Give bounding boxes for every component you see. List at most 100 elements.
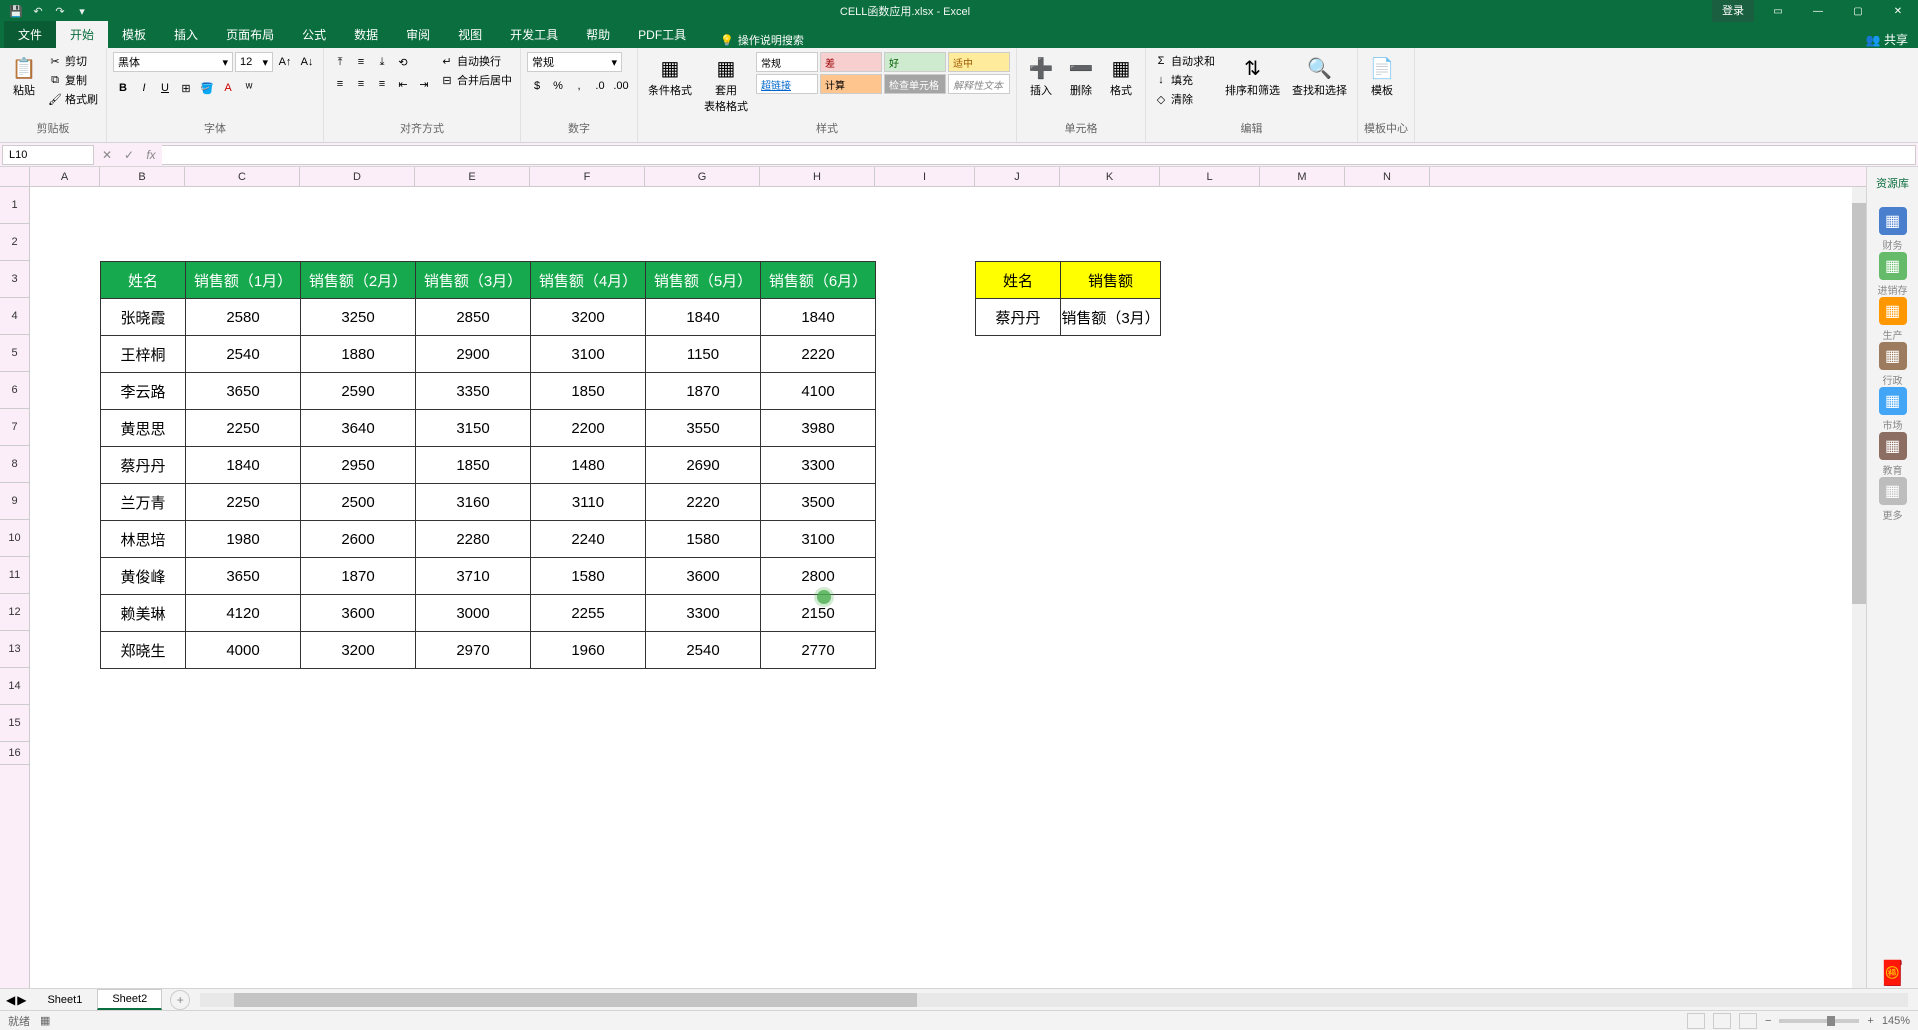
table-header[interactable]: 销售额（2月） (301, 262, 416, 299)
login-button[interactable]: 登录 (1712, 0, 1754, 22)
zoom-in-button[interactable]: + (1867, 1015, 1873, 1027)
table-cell[interactable]: 1840 (186, 447, 301, 484)
table-cell[interactable]: 3600 (301, 595, 416, 632)
align-bottom-button[interactable]: ⤓ (372, 52, 392, 72)
find-select-button[interactable]: 🔍查找和选择 (1288, 52, 1351, 100)
zoom-out-button[interactable]: − (1765, 1015, 1771, 1027)
table-header[interactable]: 姓名 (101, 262, 186, 299)
tab-view[interactable]: 视图 (444, 21, 496, 48)
font-color-button[interactable]: A (218, 78, 238, 98)
table-cell[interactable]: 3300 (646, 595, 761, 632)
table-header[interactable]: 销售额（5月） (646, 262, 761, 299)
formula-input[interactable] (162, 145, 1916, 165)
table-cell[interactable]: 3640 (301, 410, 416, 447)
paste-button[interactable]: 📋 粘贴 (6, 52, 42, 100)
table-cell[interactable]: 2970 (416, 632, 531, 669)
table-cell[interactable]: 2150 (761, 595, 876, 632)
tab-layout[interactable]: 页面布局 (212, 21, 288, 48)
red-packet-icon[interactable]: 🧧 (1878, 959, 1908, 988)
table-cell[interactable]: 3500 (761, 484, 876, 521)
table-cell[interactable]: 2255 (531, 595, 646, 632)
copy-button[interactable]: ⧉复制 (46, 71, 100, 89)
table-cell[interactable]: 3200 (531, 299, 646, 336)
style-calc[interactable]: 计算 (820, 74, 882, 94)
page-break-view-button[interactable] (1739, 1013, 1757, 1029)
merge-center-button[interactable]: ⊟合并后居中 (438, 71, 514, 89)
column-header[interactable]: N (1345, 167, 1430, 186)
increase-decimal-button[interactable]: .0 (590, 76, 610, 96)
table-cell[interactable]: 林思培 (101, 521, 186, 558)
style-check[interactable]: 检查单元格 (884, 74, 946, 94)
tab-insert[interactable]: 插入 (160, 21, 212, 48)
column-header[interactable]: D (300, 167, 415, 186)
column-header[interactable]: E (415, 167, 530, 186)
table-cell[interactable]: 2540 (186, 336, 301, 373)
pane-item[interactable]: ▦行政 (1878, 342, 1908, 387)
table-cell[interactable]: 1870 (646, 373, 761, 410)
table-cell[interactable]: 3600 (646, 558, 761, 595)
qat-more-icon[interactable]: ▾ (74, 3, 90, 19)
share-button[interactable]: 👥 共享 (1866, 31, 1908, 48)
autosum-button[interactable]: Σ自动求和 (1152, 52, 1217, 70)
number-format-select[interactable]: 常规▾ (527, 52, 622, 72)
column-header[interactable]: C (185, 167, 300, 186)
table-cell[interactable]: 2850 (416, 299, 531, 336)
align-left-button[interactable]: ≡ (330, 74, 350, 94)
row-header[interactable]: 13 (0, 631, 29, 668)
table-cell[interactable]: 3200 (301, 632, 416, 669)
style-neutral[interactable]: 适中 (948, 52, 1010, 72)
column-header[interactable]: H (760, 167, 875, 186)
table-cell[interactable]: 3980 (761, 410, 876, 447)
row-header[interactable]: 11 (0, 557, 29, 594)
table-cell[interactable]: 1840 (646, 299, 761, 336)
style-bad[interactable]: 差 (820, 52, 882, 72)
fill-button[interactable]: ↓填充 (1152, 71, 1217, 89)
lookup-cell[interactable]: 销售额（3月） (1061, 299, 1161, 336)
column-header[interactable]: G (645, 167, 760, 186)
cell-styles-gallery[interactable]: 常规 差 好 适中 超链接 计算 检查单元格 解释性文本 (756, 52, 1010, 94)
enter-formula-button[interactable]: ✓ (118, 145, 140, 165)
currency-button[interactable]: $ (527, 76, 547, 96)
redo-icon[interactable]: ↷ (52, 3, 68, 19)
align-right-button[interactable]: ≡ (372, 74, 392, 94)
table-cell[interactable]: 3110 (531, 484, 646, 521)
spreadsheet-grid[interactable]: ABCDEFGHIJKLMN 12345678910111213141516 姓… (0, 167, 1866, 988)
table-cell[interactable]: 3550 (646, 410, 761, 447)
table-cell[interactable]: 2540 (646, 632, 761, 669)
table-cell[interactable]: 3150 (416, 410, 531, 447)
table-cell[interactable]: 3100 (531, 336, 646, 373)
style-good[interactable]: 好 (884, 52, 946, 72)
column-header[interactable]: L (1160, 167, 1260, 186)
sheet-nav-prev[interactable]: ◀ (6, 993, 15, 1007)
pane-item[interactable]: ▦更多 (1878, 477, 1908, 522)
table-cell[interactable]: 1880 (301, 336, 416, 373)
phonetic-button[interactable]: ᵂ (239, 78, 259, 98)
table-cell[interactable]: 2220 (646, 484, 761, 521)
column-header[interactable]: J (975, 167, 1060, 186)
table-cell[interactable]: 2900 (416, 336, 531, 373)
table-cell[interactable]: 1150 (646, 336, 761, 373)
border-button[interactable]: ⊞ (176, 78, 196, 98)
sheet-tab-2[interactable]: Sheet2 (97, 989, 162, 1010)
select-all-button[interactable] (0, 167, 30, 186)
style-explain[interactable]: 解释性文本 (948, 74, 1010, 94)
table-cell[interactable]: 2770 (761, 632, 876, 669)
row-header[interactable]: 8 (0, 446, 29, 483)
zoom-slider[interactable] (1779, 1019, 1859, 1023)
sheet-nav-next[interactable]: ▶ (17, 993, 26, 1007)
clear-button[interactable]: ◇清除 (1152, 90, 1217, 108)
increase-indent-button[interactable]: ⇥ (414, 74, 434, 94)
table-cell[interactable]: 3000 (416, 595, 531, 632)
fx-button[interactable]: fx (140, 145, 162, 165)
zoom-level[interactable]: 145% (1882, 1015, 1910, 1027)
table-cell[interactable]: 李云路 (101, 373, 186, 410)
column-header[interactable]: B (100, 167, 185, 186)
format-painter-button[interactable]: 🖌格式刷 (46, 90, 100, 108)
table-cell[interactable]: 2600 (301, 521, 416, 558)
add-sheet-button[interactable]: + (170, 990, 190, 1010)
column-header[interactable]: M (1260, 167, 1345, 186)
tab-review[interactable]: 审阅 (392, 21, 444, 48)
wrap-text-button[interactable]: ↵自动换行 (438, 52, 514, 70)
lookup-header[interactable]: 销售额 (1061, 262, 1161, 299)
row-header[interactable]: 15 (0, 705, 29, 742)
